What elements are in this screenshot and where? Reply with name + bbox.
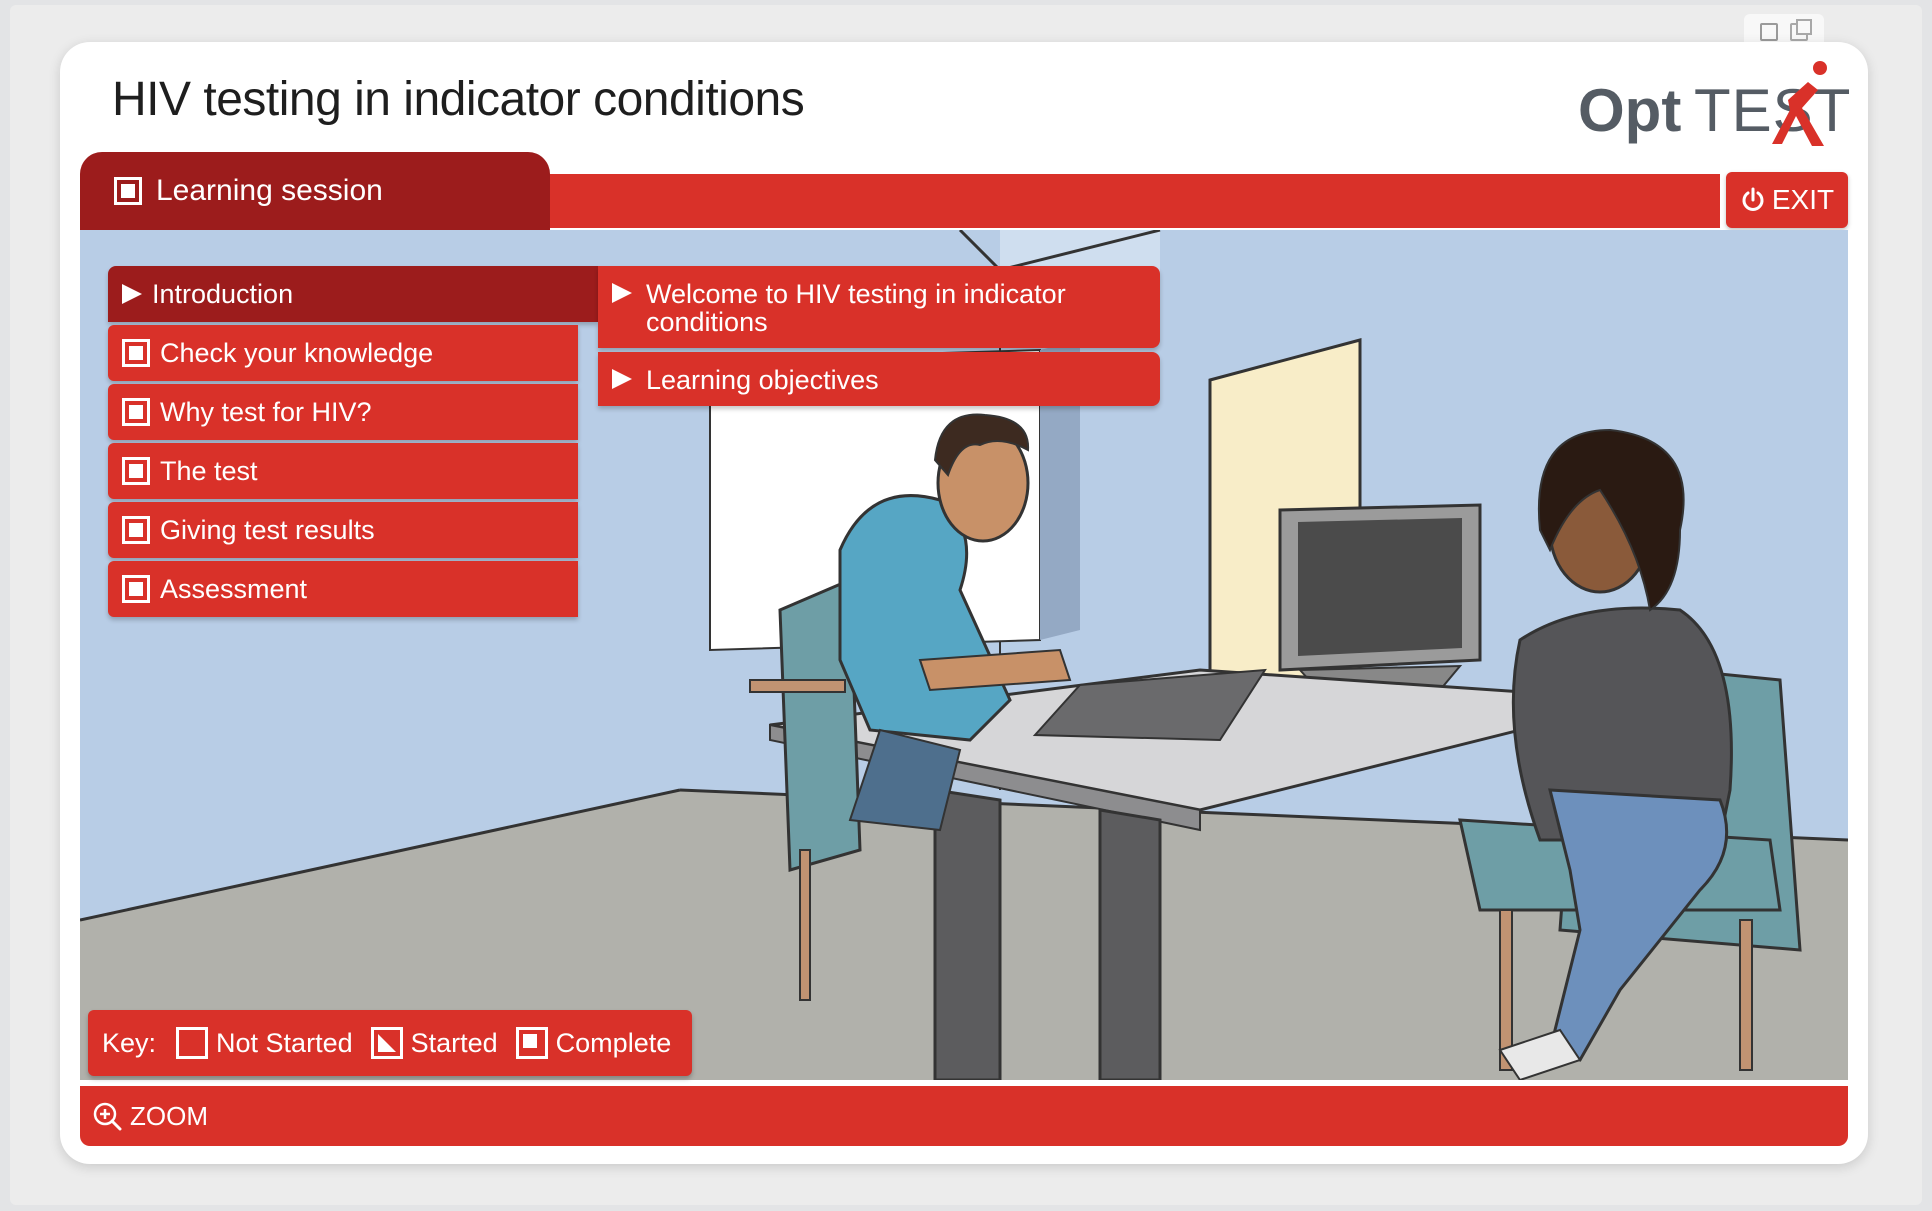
complete-status-icon (122, 516, 150, 544)
submenu-item-learning-objectives[interactable]: Learning objectives (598, 352, 1160, 406)
zoom-button[interactable]: ZOOM (130, 1101, 208, 1132)
menu-item-label: Giving test results (160, 514, 375, 545)
key-label: Key: (102, 1027, 157, 1058)
complete-status-icon (122, 575, 150, 603)
menu-item-label: Check your knowledge (160, 337, 434, 368)
key-complete-label: Complete (555, 1027, 672, 1058)
submenu-introduction: Welcome to HIV testing in indicator cond… (598, 266, 1160, 410)
menu-item-label: Assessment (160, 573, 308, 604)
power-icon (1742, 187, 1764, 211)
page-title: HIV testing in indicator conditions (112, 73, 805, 126)
complete-status-icon (515, 1027, 548, 1059)
key-not-started-label: Not Started (216, 1027, 353, 1058)
menu-item-assessment[interactable]: Assessment (108, 561, 578, 617)
maximize-icon[interactable] (1760, 23, 1778, 41)
submenu-item-label: Learning objectives (646, 365, 879, 395)
menu-item-check-your-knowledge[interactable]: Check your knowledge (108, 325, 578, 381)
complete-status-icon (122, 339, 150, 367)
menu-item-label: Introduction (152, 278, 294, 309)
key-started: Started (370, 1027, 498, 1059)
restore-icon[interactable] (1790, 19, 1812, 41)
play-arrow-icon (122, 284, 142, 304)
complete-status-icon (122, 398, 150, 426)
menu-item-label: The test (160, 455, 258, 486)
menu-item-label: Why test for HIV? (160, 396, 372, 427)
menu-item-why-test-for-hiv[interactable]: Why test for HIV? (108, 384, 578, 440)
key-not-started: Not Started (176, 1027, 353, 1059)
exit-button[interactable]: EXIT (1726, 172, 1848, 228)
play-arrow-icon (612, 283, 632, 303)
complete-status-icon (122, 457, 150, 485)
key-started-label: Started (410, 1027, 498, 1058)
logo-text-bold: Opt (1578, 77, 1682, 144)
session-tab-label: Learning session (156, 174, 383, 207)
submenu-item-welcome[interactable]: Welcome to HIV testing in indicator cond… (598, 266, 1160, 348)
learning-session-tab[interactable]: Learning session (80, 152, 550, 230)
zoom-in-icon[interactable] (92, 1101, 122, 1131)
menu-item-introduction[interactable]: Introduction (108, 266, 598, 322)
logo-x-figure-icon (1772, 61, 1827, 146)
main-menu: Introduction Check your knowledge Why te… (108, 266, 598, 620)
exit-label: EXIT (1771, 184, 1835, 215)
play-arrow-icon (612, 369, 632, 389)
started-status-icon (370, 1027, 403, 1059)
submenu-item-label: Welcome to HIV testing in indicator cond… (646, 279, 1066, 337)
key-complete: Complete (515, 1027, 672, 1059)
footer-bar: ZOOM (80, 1086, 1848, 1146)
not-started-status-icon (176, 1027, 209, 1059)
complete-status-icon (114, 177, 142, 205)
menu-item-the-test[interactable]: The test (108, 443, 578, 499)
opttest-logo: Opt TEST (1578, 60, 1850, 150)
menu-item-giving-test-results[interactable]: Giving test results (108, 502, 578, 558)
status-key: Key: Not Started Started Complete (88, 1010, 692, 1076)
